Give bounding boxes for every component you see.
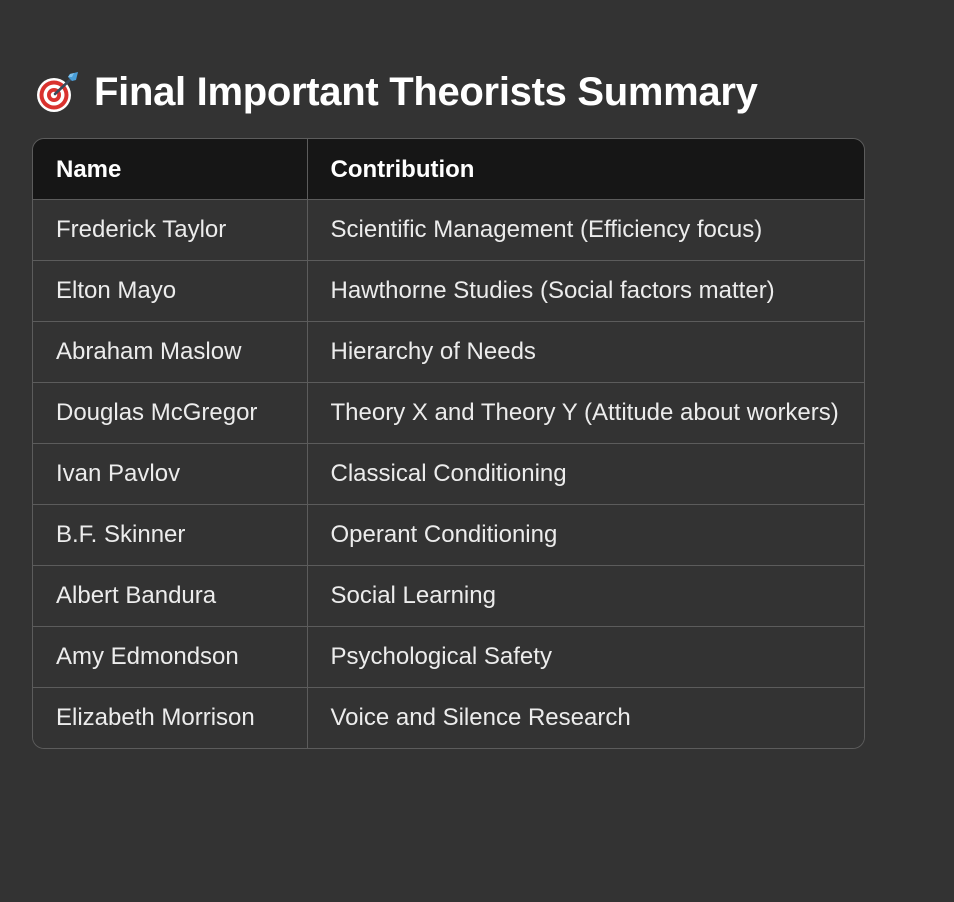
cell-name: Abraham Maslow (33, 321, 307, 383)
cell-contribution: Theory X and Theory Y (Attitude about wo… (306, 382, 864, 444)
cell-name: Elton Mayo (33, 260, 307, 322)
column-header-name: Name (33, 139, 307, 200)
table-row: B.F. Skinner Operant Conditioning (33, 504, 864, 566)
table-row: Amy Edmondson Psychological Safety (33, 626, 864, 688)
cell-name: Ivan Pavlov (33, 443, 307, 505)
cell-name: Albert Bandura (33, 565, 307, 627)
cell-contribution: Hierarchy of Needs (306, 321, 864, 383)
cell-contribution: Social Learning (306, 565, 864, 627)
section-title: Final Important Theorists Summary (94, 69, 758, 114)
cell-contribution: Scientific Management (Efficiency focus) (306, 199, 864, 261)
cell-contribution: Hawthorne Studies (Social factors matter… (306, 260, 864, 322)
cell-contribution: Voice and Silence Research (306, 687, 864, 748)
theorists-table: Name Contribution Frederick Taylor Scien… (32, 138, 865, 749)
cell-name: Elizabeth Morrison (33, 687, 307, 748)
column-header-contribution: Contribution (306, 139, 864, 200)
table-row: Elton Mayo Hawthorne Studies (Social fac… (33, 260, 864, 322)
cell-name: Frederick Taylor (33, 199, 307, 261)
target-dart-icon (34, 69, 80, 115)
section-heading: Final Important Theorists Summary (34, 64, 758, 120)
table-header-row: Name Contribution (33, 139, 864, 200)
table-row: Abraham Maslow Hierarchy of Needs (33, 321, 864, 383)
cell-contribution: Psychological Safety (306, 626, 864, 688)
cell-contribution: Classical Conditioning (306, 443, 864, 505)
cell-name: B.F. Skinner (33, 504, 307, 566)
page: Final Important Theorists Summary Name C… (0, 0, 954, 902)
table-row: Elizabeth Morrison Voice and Silence Res… (33, 687, 864, 748)
table-row: Albert Bandura Social Learning (33, 565, 864, 627)
table-row: Douglas McGregor Theory X and Theory Y (… (33, 382, 864, 444)
table-row: Ivan Pavlov Classical Conditioning (33, 443, 864, 505)
cell-name: Amy Edmondson (33, 626, 307, 688)
table-row: Frederick Taylor Scientific Management (… (33, 199, 864, 261)
cell-contribution: Operant Conditioning (306, 504, 864, 566)
cell-name: Douglas McGregor (33, 382, 307, 444)
